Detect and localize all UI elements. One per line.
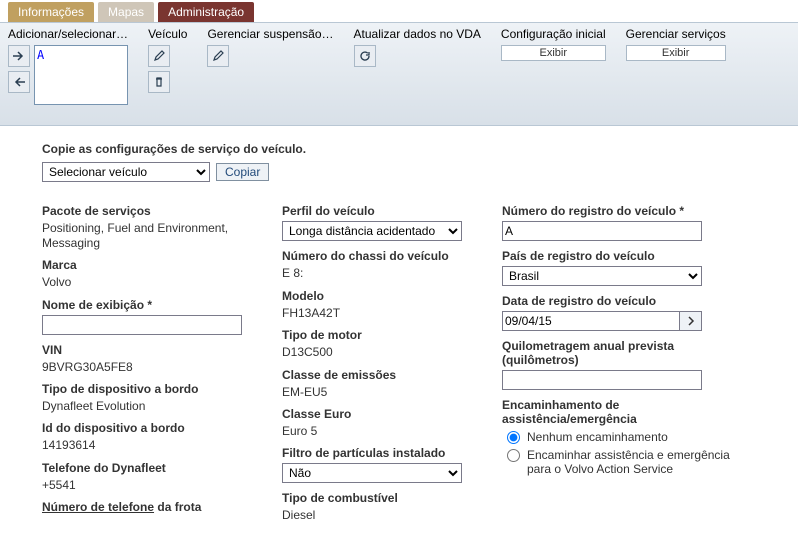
marca-label: Marca — [42, 258, 272, 272]
encam-label: Encaminhamento de assistência/emergência — [502, 398, 732, 426]
toolbar: Adicionar/selecionar… A Veículo Ge — [0, 22, 798, 126]
chassi-label: Número do chassi do veículo — [282, 249, 492, 263]
motor-value: D13C500 — [282, 345, 492, 359]
telefone-frota-label: Número de telefone da frota — [42, 500, 272, 514]
chassi-value: E 8: — [282, 266, 492, 280]
perfil-label: Perfil do veículo — [282, 204, 492, 218]
radio-volvo-action[interactable] — [507, 449, 520, 462]
telefone-frota-label-rest: da frota — [154, 500, 201, 514]
tab-administracao[interactable]: Administração — [158, 2, 254, 22]
radio-nenhum[interactable] — [507, 431, 520, 444]
km-label: Quilometragem anual prevista (quilômetro… — [502, 339, 732, 367]
modelo-label: Modelo — [282, 289, 492, 303]
copy-settings-label: Copie as configurações de serviço do veí… — [42, 142, 342, 156]
km-input[interactable] — [502, 370, 702, 390]
toolbar-gerenciar-servicos: Gerenciar serviços Exibir — [626, 27, 726, 61]
toolbar-gerenciar-servicos-title: Gerenciar serviços — [626, 27, 726, 41]
pacote-label: Pacote de serviços — [42, 204, 272, 218]
copy-settings-block: Copie as configurações de serviço do veí… — [42, 142, 342, 182]
column-3: Número do registro do veículo * País de … — [502, 196, 732, 522]
id-dispositivo-value: 14193614 — [42, 438, 272, 452]
data-reg-label: Data de registro do veículo — [502, 294, 732, 308]
tab-mapas[interactable]: Mapas — [98, 2, 154, 22]
tipo-dispositivo-value: Dynafleet Evolution — [42, 399, 272, 413]
toolbar-atualizar-vda: Atualizar dados no VDA — [354, 27, 481, 67]
toolbar-config-inicial-title: Configuração inicial — [501, 27, 606, 41]
telefone-frota-label-underline: Número de telefone — [42, 500, 154, 514]
arrow-left-icon[interactable] — [8, 71, 30, 93]
id-dispositivo-label: Id do dispositivo a bordo — [42, 421, 272, 435]
trash-icon[interactable] — [148, 71, 170, 93]
main-content: Copie as configurações de serviço do veí… — [0, 126, 720, 523]
euro-value: Euro 5 — [282, 424, 492, 438]
pais-select[interactable]: Brasil — [502, 266, 702, 286]
euro-label: Classe Euro — [282, 407, 492, 421]
toolbar-veiculo-title: Veículo — [148, 27, 187, 41]
exibir-servicos-button[interactable]: Exibir — [626, 45, 726, 61]
toolbar-add-select-title: Adicionar/selecionar… — [8, 27, 128, 41]
reg-num-input[interactable] — [502, 221, 702, 241]
emissoes-value: EM-EU5 — [282, 385, 492, 399]
radio-volvo-action-label: Encaminhar assistência e emergência para… — [527, 448, 732, 476]
modelo-value: FH13A42T — [282, 306, 492, 320]
motor-label: Tipo de motor — [282, 328, 492, 342]
tabs-bar: Informações Mapas Administração — [0, 2, 798, 22]
nome-exibicao-label: Nome de exibição * — [42, 298, 272, 312]
pais-label: País de registro do veículo — [502, 249, 732, 263]
exibir-config-button[interactable]: Exibir — [501, 45, 606, 61]
pacote-value: Positioning, Fuel and Environment, Messa… — [42, 221, 272, 250]
combustivel-label: Tipo de combustível — [282, 491, 492, 505]
radio-nenhum-label: Nenhum encaminhamento — [527, 430, 668, 444]
data-reg-input[interactable] — [502, 311, 680, 331]
toolbar-config-inicial: Configuração inicial Exibir — [501, 27, 606, 61]
select-vehicle-dropdown[interactable]: Selecionar veículo — [42, 162, 210, 182]
refresh-icon[interactable] — [354, 45, 376, 67]
toolbar-gerenciar-suspensao: Gerenciar suspensão… — [207, 27, 333, 67]
filtro-select[interactable]: Não — [282, 463, 462, 483]
column-2: Perfil do veículo Longa distância aciden… — [282, 196, 492, 522]
calendar-icon[interactable] — [680, 311, 702, 331]
vin-value: 9BVRG30A5FE8 — [42, 360, 272, 374]
toolbar-veiculo: Veículo — [148, 27, 187, 93]
telefone-dynafleet-value: +5541 — [42, 478, 272, 492]
filtro-label: Filtro de partículas instalado — [282, 446, 492, 460]
copiar-button[interactable]: Copiar — [216, 163, 269, 181]
reg-num-label: Número do registro do veículo * — [502, 204, 732, 218]
edit-icon[interactable] — [148, 45, 170, 67]
tipo-dispositivo-label: Tipo de dispositivo a bordo — [42, 382, 272, 396]
arrow-right-icon[interactable] — [8, 45, 30, 67]
toolbar-gerenciar-suspensao-title: Gerenciar suspensão… — [207, 27, 333, 41]
edit-suspensao-icon[interactable] — [207, 45, 229, 67]
nome-exibicao-input[interactable] — [42, 315, 242, 335]
tab-informacoes[interactable]: Informações — [8, 2, 94, 22]
toolbar-add-select: Adicionar/selecionar… A — [8, 27, 128, 105]
column-1: Pacote de serviços Positioning, Fuel and… — [42, 196, 272, 522]
marca-value: Volvo — [42, 275, 272, 289]
emissoes-label: Classe de emissões — [282, 368, 492, 382]
perfil-select[interactable]: Longa distância acidentado — [282, 221, 462, 241]
vin-label: VIN — [42, 343, 272, 357]
telefone-dynafleet-label: Telefone do Dynafleet — [42, 461, 272, 475]
toolbar-atualizar-vda-title: Atualizar dados no VDA — [354, 27, 481, 41]
combustivel-value: Diesel — [282, 508, 492, 522]
add-select-textarea[interactable]: A — [34, 45, 128, 105]
